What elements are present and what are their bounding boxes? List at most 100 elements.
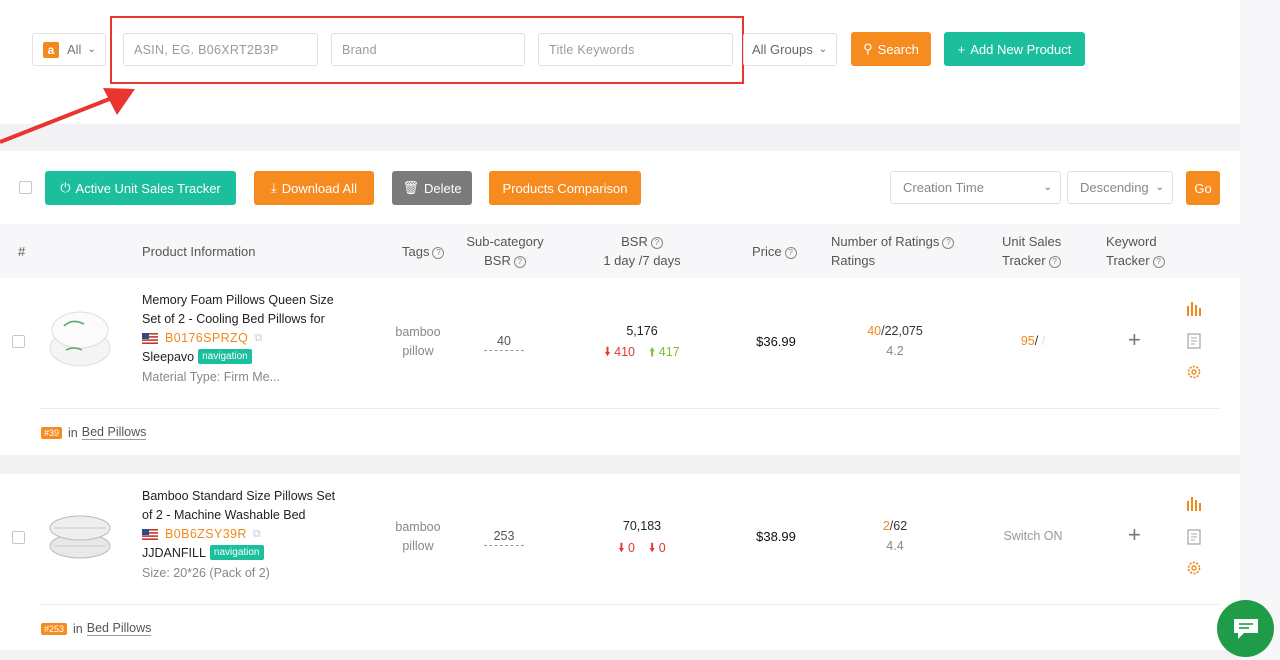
product-title-line1: Memory Foam Pillows Queen Size: [142, 293, 334, 307]
col-tags-label: Tags: [402, 244, 430, 259]
category-link[interactable]: Bed Pillows: [86, 621, 152, 636]
groups-value: All Groups: [752, 42, 813, 57]
sort-field-select[interactable]: Creation Time ⌄: [890, 171, 1061, 204]
external-link-icon[interactable]: ⧉: [254, 332, 262, 345]
product-attribute: Size: 20*26 (Pack of 2): [142, 566, 270, 580]
help-icon[interactable]: ?: [513, 256, 526, 268]
product-title[interactable]: Memory Foam Pillows Queen Size Set of 2 …: [142, 291, 357, 329]
col-bsr: BSR? 1 day /7 days: [592, 232, 692, 270]
row-divider: [40, 604, 1220, 605]
ratings-count: 2/62: [845, 519, 945, 533]
price: $38.99: [756, 529, 796, 544]
plus-icon: +: [957, 41, 966, 57]
row-checkbox[interactable]: [12, 335, 25, 348]
asin-line: B0176SPRZQ ⧉: [142, 331, 262, 345]
col-ratings-line2: Ratings: [831, 253, 876, 268]
bsr-7d-change: 🠛 0: [649, 539, 666, 560]
product-title-line2: Set of 2 - Cooling Bed Pillows for: [142, 312, 325, 326]
external-link-icon[interactable]: ⧉: [253, 528, 261, 541]
chat-button[interactable]: [1217, 600, 1274, 657]
brand-name: JJDANFILL: [142, 545, 206, 560]
unit-sales-tracker-switch[interactable]: Switch ON: [990, 529, 1076, 543]
groups-select[interactable]: All Groups ⌄: [743, 33, 837, 66]
unit-sales-tracker-value[interactable]: 95/ /: [990, 334, 1076, 348]
select-all-checkbox[interactable]: [19, 181, 32, 194]
product-title[interactable]: Bamboo Standard Size Pillows Set of 2 - …: [142, 487, 357, 525]
rank-badge: #39: [41, 426, 63, 439]
col-price-label: Price: [752, 244, 782, 259]
arrow-down-icon: 🠛: [618, 541, 625, 555]
asin-link[interactable]: B0B6ZSY39R: [165, 527, 247, 541]
brand-line: Sleepavo navigation: [142, 349, 252, 364]
help-icon[interactable]: ?: [1048, 256, 1061, 268]
navigation-badge: navigation: [198, 349, 252, 364]
category-rank: #39 in Bed Pillows: [41, 425, 147, 440]
help-icon[interactable]: ?: [942, 237, 955, 249]
row-checkbox[interactable]: [12, 531, 25, 544]
add-label: Add New Product: [970, 41, 1072, 57]
col-ust-line2: Tracker: [1002, 253, 1046, 268]
arrow-down-icon: 🠛: [649, 541, 656, 555]
rank-badge: #253: [41, 622, 68, 635]
bsr-7d-change: 🠙 417: [649, 343, 680, 364]
bsr-7d-value: 0: [658, 541, 666, 555]
help-icon[interactable]: ?: [650, 237, 663, 249]
col-ust-line1: Unit Sales: [1002, 234, 1062, 249]
bsr-value: 70,183: [622, 519, 662, 533]
col-subcat-line1: Sub-category: [466, 234, 544, 249]
active-unit-sales-tracker-button[interactable]: ⏻ Active Unit Sales Tracker: [45, 171, 236, 205]
chat-bubble-icon: [1233, 618, 1258, 639]
sort-field-value: Creation Time: [903, 180, 984, 195]
notes-icon[interactable]: [1185, 332, 1203, 350]
category-link[interactable]: Bed Pillows: [81, 425, 147, 440]
rank-in: in: [68, 425, 78, 440]
bsr-1d-value: 410: [614, 345, 635, 359]
help-icon[interactable]: ?: [432, 247, 445, 259]
col-product: Product Information: [142, 244, 256, 259]
star-rating: 4.2: [886, 344, 904, 358]
ust-sales: 95: [1020, 334, 1035, 348]
bsr-value: 5,176: [626, 324, 658, 338]
subcategory-bsr[interactable]: 40: [484, 334, 524, 351]
download-label: Download All: [281, 180, 357, 196]
asin-link[interactable]: B0176SPRZQ: [165, 331, 248, 345]
download-all-button[interactable]: ⤓ Download All: [254, 171, 374, 205]
subcategory-bsr[interactable]: 253: [484, 529, 524, 546]
notes-icon[interactable]: [1185, 528, 1203, 546]
product-title-line1: Bamboo Standard Size Pillows Set: [142, 489, 336, 503]
marketplace-select[interactable]: a All ⌄: [32, 33, 106, 66]
search-icon: ⚲: [863, 41, 873, 56]
tag-line1: bamboo: [395, 325, 441, 339]
search-label: Search: [877, 41, 919, 57]
col-bsr-line1: BSR: [621, 234, 648, 249]
chevron-down-icon: ⌄: [818, 44, 828, 55]
download-icon: ⤓: [271, 180, 277, 195]
col-subcat: Sub-category BSR?: [455, 232, 555, 270]
brand-line: JJDANFILL navigation: [142, 545, 264, 560]
bar-chart-icon[interactable]: [1185, 300, 1203, 318]
products-comparison-button[interactable]: Products Comparison: [489, 171, 641, 205]
chevron-down-icon: ⌄: [1155, 182, 1164, 193]
star-rating: 4.4: [886, 539, 904, 553]
annotation-arrow-icon: [0, 88, 135, 144]
add-keyword-tracker-icon[interactable]: +: [1128, 327, 1141, 353]
tags-cell: bamboo pillow: [388, 323, 448, 361]
add-keyword-tracker-icon[interactable]: +: [1128, 522, 1141, 548]
product-image[interactable]: [44, 302, 116, 374]
delete-button[interactable]: 🗑 Delete: [392, 171, 472, 205]
page-gutter: [1240, 0, 1280, 660]
go-button[interactable]: Go: [1186, 171, 1220, 205]
gear-icon[interactable]: [1185, 363, 1203, 381]
navigation-badge: navigation: [209, 545, 264, 560]
product-image[interactable]: [44, 500, 116, 572]
gear-icon[interactable]: [1185, 559, 1203, 577]
add-new-product-button[interactable]: + Add New Product: [944, 32, 1085, 66]
sort-order-select[interactable]: Descending ⌄: [1067, 171, 1173, 204]
help-icon[interactable]: ?: [784, 247, 797, 259]
search-button[interactable]: ⚲ Search: [851, 32, 931, 66]
help-icon[interactable]: ?: [1152, 256, 1165, 268]
bsr-changes: 🠛 0 🠛 0: [592, 539, 692, 560]
bar-chart-icon[interactable]: [1185, 495, 1203, 513]
us-flag-icon: [142, 528, 158, 540]
arrow-down-icon: 🠛: [604, 345, 611, 359]
